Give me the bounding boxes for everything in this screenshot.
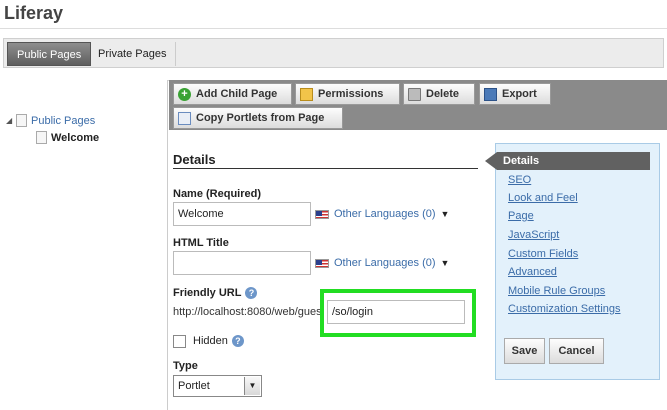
nav-link-seo[interactable]: SEO — [508, 174, 531, 186]
type-select-value: Portlet — [178, 380, 210, 392]
app-title: Liferay — [4, 3, 64, 23]
page-tree: ◢ Public Pages Welcome — [0, 80, 168, 410]
html-title-input[interactable] — [173, 251, 311, 275]
us-flag-icon — [315, 209, 329, 219]
help-icon[interactable]: ? — [245, 287, 258, 299]
add-child-page-button[interactable]: + Add Child Page — [173, 83, 292, 105]
permissions-label: Permissions — [318, 88, 384, 100]
tree-root-label[interactable]: Public Pages — [31, 115, 95, 127]
nav-link-mobile-rule-groups[interactable]: Mobile Rule Groups — [508, 285, 605, 297]
type-select[interactable]: Portlet ▼ — [173, 375, 262, 397]
name-input[interactable] — [173, 202, 311, 226]
other-languages-link[interactable]: Other Languages (0) — [334, 208, 436, 220]
nav-link-javascript[interactable]: JavaScript — [508, 229, 559, 241]
name-label: Name (Required) — [173, 188, 262, 200]
nav-active-details[interactable]: Details — [497, 152, 650, 170]
help-icon[interactable]: ? — [231, 335, 244, 347]
trash-icon — [408, 87, 421, 101]
tree-child-row[interactable]: Welcome — [36, 131, 99, 144]
friendly-url-label: Friendly URL — [173, 287, 242, 299]
page-icon — [16, 114, 27, 127]
delete-button[interactable]: Delete — [403, 83, 475, 105]
tree-root-row[interactable]: ◢ Public Pages — [6, 114, 95, 127]
other-languages-link[interactable]: Other Languages (0) — [334, 257, 436, 269]
page-toolbar: + Add Child Page Permissions Delete Expo… — [169, 80, 667, 130]
us-flag-icon — [315, 258, 329, 268]
add-child-page-label: Add Child Page — [196, 88, 278, 100]
expand-arrow-icon[interactable]: ◢ — [6, 116, 16, 125]
friendly-url-prefix: http://localhost:8080/web/guest — [173, 306, 321, 318]
copy-portlets-label: Copy Portlets from Page — [196, 112, 325, 124]
hidden-checkbox[interactable] — [173, 335, 186, 348]
tab-public-pages[interactable]: Public Pages — [7, 42, 92, 66]
export-icon — [484, 87, 497, 101]
hidden-label-row: Hidden ? — [193, 335, 244, 347]
section-title: Details — [173, 152, 216, 167]
caret-down-icon[interactable]: ▼ — [441, 209, 450, 219]
tab-private-pages[interactable]: Private Pages — [89, 42, 177, 66]
html-title-other-languages[interactable]: Other Languages (0) ▼ — [315, 257, 449, 269]
export-label: Export — [502, 88, 537, 100]
friendly-url-input[interactable] — [327, 300, 465, 324]
chevron-down-icon[interactable]: ▼ — [244, 377, 260, 395]
permissions-button[interactable]: Permissions — [295, 83, 400, 105]
cancel-button[interactable]: Cancel — [549, 338, 604, 364]
copy-portlets-button[interactable]: Copy Portlets from Page — [173, 107, 343, 129]
nav-link-look-and-feel[interactable]: Look and Feel — [508, 192, 578, 204]
friendly-url-label-row: Friendly URL ? — [173, 287, 258, 299]
delete-label: Delete — [426, 88, 460, 100]
nav-link-page[interactable]: Page — [508, 210, 534, 222]
caret-down-icon[interactable]: ▼ — [441, 258, 450, 268]
tree-child-label[interactable]: Welcome — [51, 132, 99, 144]
nav-link-customization-settings[interactable]: Customization Settings — [508, 303, 621, 315]
page-icon — [36, 131, 47, 144]
permissions-icon — [300, 87, 313, 101]
export-button[interactable]: Export — [479, 83, 551, 105]
header-divider — [0, 28, 667, 29]
html-title-label: HTML Title — [173, 237, 229, 249]
page-tabs: Public Pages Private Pages — [3, 38, 664, 68]
type-label: Type — [173, 360, 198, 372]
hidden-label: Hidden — [193, 335, 228, 347]
section-divider — [173, 168, 478, 169]
save-button[interactable]: Save — [504, 338, 545, 364]
add-icon: + — [178, 87, 191, 101]
nav-link-custom-fields[interactable]: Custom Fields — [508, 248, 578, 260]
name-other-languages[interactable]: Other Languages (0) ▼ — [315, 208, 449, 220]
active-section-arrow — [485, 152, 497, 170]
nav-link-advanced[interactable]: Advanced — [508, 266, 557, 278]
copy-icon — [178, 111, 191, 125]
